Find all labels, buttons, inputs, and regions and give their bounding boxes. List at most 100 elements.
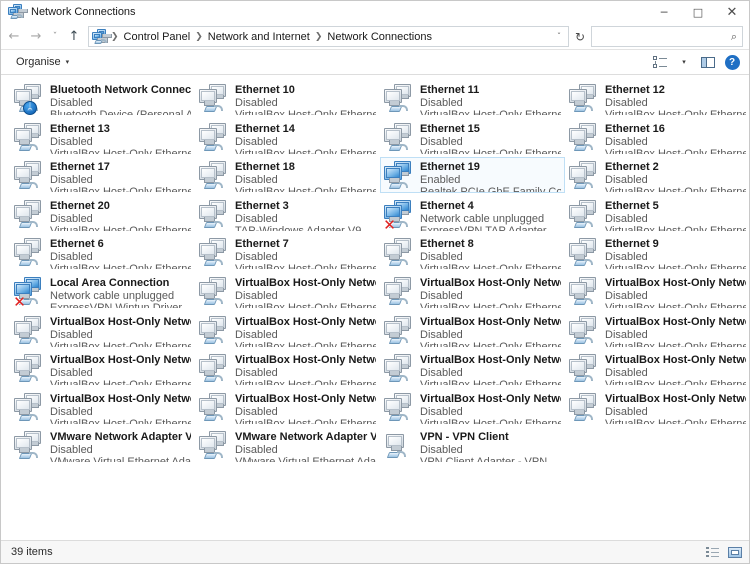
breadcrumb[interactable]: ❯ Control Panel ❯ Network and Internet ❯… xyxy=(88,26,569,47)
breadcrumb-separator: ❯ xyxy=(194,32,204,42)
connection-item[interactable]: Ethernet 15DisabledVirtualBox Host-Only … xyxy=(380,119,565,155)
connection-item[interactable]: Ethernet 9DisabledVirtualBox Host-Only E… xyxy=(565,234,749,270)
connection-item[interactable]: VirtualBox Host-Only Network #14Disabled… xyxy=(380,312,565,348)
connection-device: VirtualBox Host-Only Ethernet Ad... xyxy=(420,302,561,309)
up-button[interactable]: ↑ xyxy=(63,26,85,48)
connection-device: ExpressVPN TAP Adapter xyxy=(420,225,547,232)
connection-status: Disabled xyxy=(235,367,376,379)
connection-text: Ethernet 9DisabledVirtualBox Host-Only E… xyxy=(605,237,746,270)
network-adapter-single-icon xyxy=(383,431,416,463)
connection-item[interactable]: VirtualBox Host-Only Network #15Disabled… xyxy=(565,312,749,348)
connection-status: Disabled xyxy=(235,329,376,341)
connection-name: Ethernet 4 xyxy=(420,200,547,213)
details-view-button[interactable] xyxy=(702,543,723,562)
network-connections-icon xyxy=(8,4,24,20)
connection-text: Ethernet 7DisabledVirtualBox Host-Only E… xyxy=(235,237,376,270)
connection-item[interactable]: Ethernet 5DisabledVirtualBox Host-Only E… xyxy=(565,196,749,232)
connection-status: Disabled xyxy=(50,213,191,225)
connection-name: Ethernet 18 xyxy=(235,161,376,174)
connection-item[interactable]: VirtualBox Host-Only Network #8DisabledV… xyxy=(380,389,565,425)
connection-item[interactable]: VirtualBox Host-Only Network #5DisabledV… xyxy=(565,350,749,386)
connection-status: Network cable unplugged xyxy=(420,213,547,225)
connection-text: VMware Network Adapter VMnet8DisabledVMw… xyxy=(235,430,376,463)
connection-device: VirtualBox Host-Only Ethernet Ad... xyxy=(605,148,746,155)
connection-item[interactable]: Ethernet 6DisabledVirtualBox Host-Only E… xyxy=(10,234,195,270)
help-button[interactable]: ? xyxy=(721,52,743,72)
close-button[interactable]: ✕ xyxy=(715,1,749,24)
connection-item[interactable]: Ethernet 2DisabledVirtualBox Host-Only E… xyxy=(565,157,749,193)
connection-text: Ethernet 19EnabledRealtek PCIe GbE Famil… xyxy=(420,160,561,193)
organise-button[interactable]: Organise ▾ xyxy=(11,52,74,72)
network-adapter-icon xyxy=(568,316,601,348)
network-adapter-icon xyxy=(383,123,416,155)
connection-item[interactable]: Ethernet 17DisabledVirtualBox Host-Only … xyxy=(10,157,195,193)
connection-text: Ethernet 11DisabledVirtualBox Host-Only … xyxy=(420,83,561,116)
maximize-button[interactable]: □ xyxy=(681,1,715,24)
connection-item[interactable]: VirtualBox Host-Only Network #7DisabledV… xyxy=(195,389,380,425)
connection-device: VirtualBox Host-Only Ethernet Ad... xyxy=(420,109,561,116)
refresh-icon[interactable]: ↻ xyxy=(569,26,591,47)
search-icon[interactable]: ⌕ xyxy=(726,27,742,46)
connection-item[interactable]: VirtualBox Host-Only Network #12Disabled… xyxy=(10,312,195,348)
connection-device: VirtualBox Host-Only Ethernet Ad... xyxy=(420,379,561,386)
connection-item[interactable]: Ethernet 13DisabledVirtualBox Host-Only … xyxy=(10,119,195,155)
connection-item[interactable]: VirtualBox Host-Only Network #11Disabled… xyxy=(565,273,749,309)
connection-item[interactable]: VirtualBox Host-Only Network #9DisabledV… xyxy=(565,389,749,425)
connection-item[interactable]: Ethernet 19EnabledRealtek PCIe GbE Famil… xyxy=(380,157,565,193)
recent-locations-button[interactable]: ˇ xyxy=(47,26,63,48)
forward-button[interactable]: → xyxy=(25,26,47,48)
connection-item[interactable]: VirtualBox Host-Only Network #2DisabledV… xyxy=(10,350,195,386)
connection-item[interactable]: VMware Network Adapter VMnet1DisabledVMw… xyxy=(10,427,195,463)
connection-device: ExpressVPN Wintun Driver xyxy=(50,302,182,309)
connection-device: VirtualBox Host-Only Ethernet Ad... xyxy=(50,341,191,348)
connection-device: VirtualBox Host-Only Ethernet Ad... xyxy=(235,302,376,309)
connection-status: Disabled xyxy=(420,444,547,456)
connection-item[interactable]: VMware Network Adapter VMnet8DisabledVMw… xyxy=(195,427,380,463)
connection-device: VirtualBox Host-Only Ethernet Ad... xyxy=(605,225,746,232)
connection-item[interactable]: Ethernet 10DisabledVirtualBox Host-Only … xyxy=(195,80,380,116)
connection-item[interactable]: VirtualBox Host-Only NetworkDisabledVirt… xyxy=(195,273,380,309)
connection-item[interactable]: Ethernet 14DisabledVirtualBox Host-Only … xyxy=(195,119,380,155)
breadcrumb-item-network-connections[interactable]: Network Connections xyxy=(323,31,436,43)
search-input[interactable] xyxy=(592,30,726,44)
preview-pane-button[interactable] xyxy=(697,52,719,72)
change-view-dropdown[interactable]: ▾ xyxy=(673,52,695,72)
breadcrumb-item-control-panel[interactable]: Control Panel xyxy=(120,31,195,43)
chevron-down-icon[interactable]: ˇ xyxy=(550,27,568,46)
connection-item[interactable]: Ethernet 8DisabledVirtualBox Host-Only E… xyxy=(380,234,565,270)
network-adapter-icon: ✕ xyxy=(13,277,46,309)
network-adapter-icon xyxy=(13,200,46,232)
connection-item[interactable]: Ethernet 16DisabledVirtualBox Host-Only … xyxy=(565,119,749,155)
back-button[interactable]: ← xyxy=(3,26,25,48)
connection-item[interactable]: ✕Local Area ConnectionNetwork cable unpl… xyxy=(10,273,195,309)
search-box[interactable]: ⌕ xyxy=(591,26,743,47)
connection-device: VirtualBox Host-Only Ethernet Ad... xyxy=(50,225,191,232)
connection-text: Ethernet 6DisabledVirtualBox Host-Only E… xyxy=(50,237,191,270)
connection-item[interactable]: Ethernet 3DisabledTAP-Windows Adapter V9 xyxy=(195,196,380,232)
connection-status: Disabled xyxy=(420,367,561,379)
connection-status: Disabled xyxy=(605,213,746,225)
connection-device: VirtualBox Host-Only Ethernet Ad... xyxy=(235,186,376,193)
connection-text: VirtualBox Host-Only Network #12Disabled… xyxy=(50,315,191,348)
connection-item[interactable]: VirtualBox Host-Only Network #3DisabledV… xyxy=(195,350,380,386)
network-adapter-icon xyxy=(568,354,601,386)
connection-item[interactable]: VPN - VPN ClientDisabledVPN Client Adapt… xyxy=(380,427,565,463)
breadcrumb-item-network-and-internet[interactable]: Network and Internet xyxy=(204,31,314,43)
connection-item[interactable]: VirtualBox Host-Only Network #10Disabled… xyxy=(380,273,565,309)
connection-item[interactable]: Ethernet 11DisabledVirtualBox Host-Only … xyxy=(380,80,565,116)
connection-item[interactable]: ᛦBluetooth Network ConnectionDisabledBlu… xyxy=(10,80,195,116)
help-icon: ? xyxy=(725,55,740,70)
change-view-button[interactable] xyxy=(649,52,671,72)
connection-item[interactable]: Ethernet 7DisabledVirtualBox Host-Only E… xyxy=(195,234,380,270)
connection-item[interactable]: VirtualBox Host-Only Network #6DisabledV… xyxy=(10,389,195,425)
connection-item[interactable]: VirtualBox Host-Only Network #13Disabled… xyxy=(195,312,380,348)
connection-item[interactable]: Ethernet 20DisabledVirtualBox Host-Only … xyxy=(10,196,195,232)
connection-item[interactable]: Ethernet 12DisabledVirtualBox Host-Only … xyxy=(565,80,749,116)
connection-item[interactable]: ✕Ethernet 4Network cable unpluggedExpres… xyxy=(380,196,565,232)
large-icons-view-button[interactable] xyxy=(724,543,745,562)
connection-item[interactable]: Ethernet 18DisabledVirtualBox Host-Only … xyxy=(195,157,380,193)
connection-device: VirtualBox Host-Only Ethernet Ad... xyxy=(420,418,561,425)
connection-status: Disabled xyxy=(605,174,746,186)
minimize-button[interactable]: ─ xyxy=(647,1,681,24)
connection-item[interactable]: VirtualBox Host-Only Network #4DisabledV… xyxy=(380,350,565,386)
